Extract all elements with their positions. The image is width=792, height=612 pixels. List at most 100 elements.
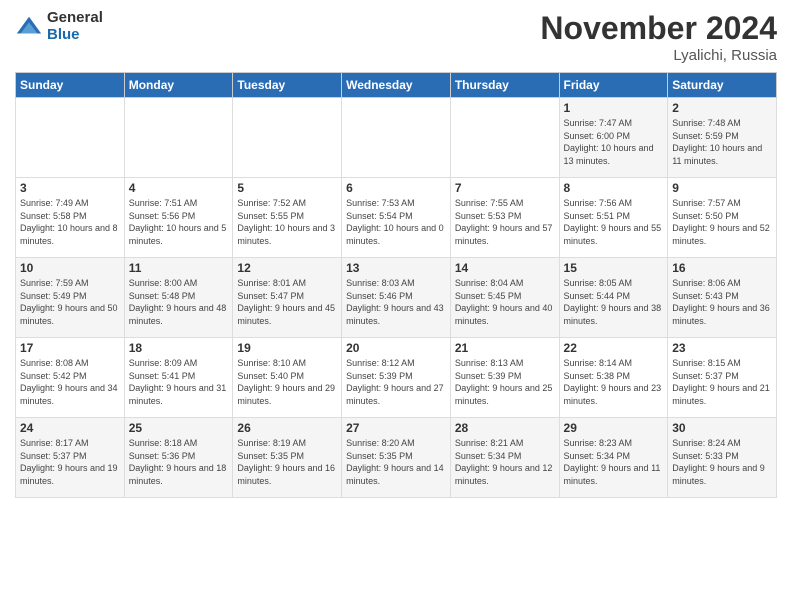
calendar-body: 1Sunrise: 7:47 AMSunset: 6:00 PMDaylight… (16, 98, 777, 498)
calendar-header: SundayMondayTuesdayWednesdayThursdayFrid… (16, 73, 777, 98)
day-number: 16 (672, 261, 772, 275)
day-number: 14 (455, 261, 555, 275)
day-cell: 4Sunrise: 7:51 AMSunset: 5:56 PMDaylight… (124, 178, 233, 258)
day-cell: 20 Sunrise: 8:12 AMSunset: 5:39 PMDayligh… (342, 338, 451, 418)
day-number: 23 (672, 341, 772, 355)
header-tuesday: Tuesday (233, 73, 342, 98)
day-cell: 28Sunrise: 8:21 AMSunset: 5:34 PMDayligh… (450, 418, 559, 498)
day-cell: 9 Sunrise: 7:57 AMSunset: 5:50 PMDaylight… (668, 178, 777, 258)
day-cell: 3 Sunrise: 7:49 AMSunset: 5:58 PMDaylight… (16, 178, 125, 258)
day-info: Sunrise: 8:10 AMSunset: 5:40 PMDaylight:… (237, 357, 337, 407)
week-row-4: 24Sunrise: 8:17 AMSunset: 5:37 PMDayligh… (16, 418, 777, 498)
calendar-container: General Blue November 2024 Lyalichi, Rus… (0, 0, 792, 508)
header-sunday: Sunday (16, 73, 125, 98)
day-info: Sunrise: 7:59 AMSunset: 5:49 PMDaylight:… (20, 277, 120, 327)
day-number: 13 (346, 261, 446, 275)
day-cell: 11 Sunrise: 8:00 AMSunset: 5:48 PMDayligh… (124, 258, 233, 338)
day-cell (450, 98, 559, 178)
day-number: 19 (237, 341, 337, 355)
day-info: Sunrise: 8:12 AMSunset: 5:39 PMDaylight:… (346, 357, 446, 407)
day-cell: 25 Sunrise: 8:18 AMSunset: 5:36 PMDayligh… (124, 418, 233, 498)
day-cell: 18 Sunrise: 8:09 AMSunset: 5:41 PMDayligh… (124, 338, 233, 418)
week-row-2: 10Sunrise: 7:59 AMSunset: 5:49 PMDayligh… (16, 258, 777, 338)
day-info: Sunrise: 8:03 AMSunset: 5:46 PMDaylight:… (346, 277, 446, 327)
day-cell: 22 Sunrise: 8:14 AMSunset: 5:38 PMDayligh… (559, 338, 668, 418)
location: Lyalichi, Russia (540, 47, 777, 64)
logo-icon (15, 13, 43, 41)
day-number: 21 (455, 341, 555, 355)
day-cell: 7 Sunrise: 7:55 AMSunset: 5:53 PMDaylight… (450, 178, 559, 258)
day-cell: 1Sunrise: 7:47 AMSunset: 6:00 PMDaylight… (559, 98, 668, 178)
day-cell: 2 Sunrise: 7:48 AMSunset: 5:59 PMDaylight… (668, 98, 777, 178)
day-number: 24 (20, 421, 120, 435)
title-block: November 2024 Lyalichi, Russia (540, 10, 777, 64)
day-cell: 14 Sunrise: 8:04 AMSunset: 5:45 PMDayligh… (450, 258, 559, 338)
week-row-0: 1Sunrise: 7:47 AMSunset: 6:00 PMDaylight… (16, 98, 777, 178)
day-info: Sunrise: 8:19 AMSunset: 5:35 PMDaylight:… (237, 437, 337, 487)
week-row-3: 17 Sunrise: 8:08 AMSunset: 5:42 PMDayligh… (16, 338, 777, 418)
day-info: Sunrise: 8:08 AMSunset: 5:42 PMDaylight:… (20, 357, 120, 407)
day-number: 2 (672, 101, 772, 115)
day-number: 25 (129, 421, 229, 435)
day-number: 29 (564, 421, 664, 435)
day-info: Sunrise: 8:24 AMSunset: 5:33 PMDaylight:… (672, 437, 772, 487)
day-number: 27 (346, 421, 446, 435)
day-cell: 26Sunrise: 8:19 AMSunset: 5:35 PMDayligh… (233, 418, 342, 498)
day-info: Sunrise: 8:06 AMSunset: 5:43 PMDaylight:… (672, 277, 772, 327)
header: General Blue November 2024 Lyalichi, Rus… (15, 10, 777, 64)
day-number: 22 (564, 341, 664, 355)
day-number: 11 (129, 261, 229, 275)
day-info: Sunrise: 8:23 AMSunset: 5:34 PMDaylight:… (564, 437, 664, 487)
header-row: SundayMondayTuesdayWednesdayThursdayFrid… (16, 73, 777, 98)
day-info: Sunrise: 7:49 AMSunset: 5:58 PMDaylight:… (20, 197, 120, 247)
logo: General Blue (15, 10, 103, 43)
day-number: 5 (237, 181, 337, 195)
day-number: 1 (564, 101, 664, 115)
day-info: Sunrise: 7:51 AMSunset: 5:56 PMDaylight:… (129, 197, 229, 247)
day-cell: 24Sunrise: 8:17 AMSunset: 5:37 PMDayligh… (16, 418, 125, 498)
day-info: Sunrise: 8:01 AMSunset: 5:47 PMDaylight:… (237, 277, 337, 327)
day-info: Sunrise: 8:20 AMSunset: 5:35 PMDaylight:… (346, 437, 446, 487)
day-info: Sunrise: 7:52 AMSunset: 5:55 PMDaylight:… (237, 197, 337, 247)
day-number: 18 (129, 341, 229, 355)
day-cell (233, 98, 342, 178)
day-cell (124, 98, 233, 178)
day-number: 15 (564, 261, 664, 275)
day-info: Sunrise: 8:05 AMSunset: 5:44 PMDaylight:… (564, 277, 664, 327)
day-info: Sunrise: 7:55 AMSunset: 5:53 PMDaylight:… (455, 197, 555, 247)
logo-blue: Blue (47, 27, 103, 44)
day-info: Sunrise: 7:48 AMSunset: 5:59 PMDaylight:… (672, 117, 772, 167)
header-wednesday: Wednesday (342, 73, 451, 98)
day-number: 17 (20, 341, 120, 355)
day-cell: 12 Sunrise: 8:01 AMSunset: 5:47 PMDayligh… (233, 258, 342, 338)
day-info: Sunrise: 8:09 AMSunset: 5:41 PMDaylight:… (129, 357, 229, 407)
day-number: 20 (346, 341, 446, 355)
day-number: 3 (20, 181, 120, 195)
day-info: Sunrise: 8:04 AMSunset: 5:45 PMDaylight:… (455, 277, 555, 327)
day-number: 6 (346, 181, 446, 195)
day-cell: 16 Sunrise: 8:06 AMSunset: 5:43 PMDayligh… (668, 258, 777, 338)
day-cell: 15 Sunrise: 8:05 AMSunset: 5:44 PMDayligh… (559, 258, 668, 338)
day-number: 7 (455, 181, 555, 195)
day-info: Sunrise: 8:21 AMSunset: 5:34 PMDaylight:… (455, 437, 555, 487)
day-info: Sunrise: 7:57 AMSunset: 5:50 PMDaylight:… (672, 197, 772, 247)
day-cell: 27 Sunrise: 8:20 AMSunset: 5:35 PMDayligh… (342, 418, 451, 498)
day-number: 30 (672, 421, 772, 435)
day-info: Sunrise: 8:14 AMSunset: 5:38 PMDaylight:… (564, 357, 664, 407)
day-cell: 13 Sunrise: 8:03 AMSunset: 5:46 PMDayligh… (342, 258, 451, 338)
month-title: November 2024 (540, 10, 777, 47)
day-info: Sunrise: 7:53 AMSunset: 5:54 PMDaylight:… (346, 197, 446, 247)
day-info: Sunrise: 8:18 AMSunset: 5:36 PMDaylight:… (129, 437, 229, 487)
week-row-1: 3 Sunrise: 7:49 AMSunset: 5:58 PMDaylight… (16, 178, 777, 258)
day-info: Sunrise: 8:15 AMSunset: 5:37 PMDaylight:… (672, 357, 772, 407)
day-cell: 17 Sunrise: 8:08 AMSunset: 5:42 PMDayligh… (16, 338, 125, 418)
header-saturday: Saturday (668, 73, 777, 98)
header-friday: Friday (559, 73, 668, 98)
logo-text: General Blue (47, 10, 103, 43)
day-number: 9 (672, 181, 772, 195)
header-thursday: Thursday (450, 73, 559, 98)
day-number: 12 (237, 261, 337, 275)
day-info: Sunrise: 8:00 AMSunset: 5:48 PMDaylight:… (129, 277, 229, 327)
header-monday: Monday (124, 73, 233, 98)
calendar-table: SundayMondayTuesdayWednesdayThursdayFrid… (15, 72, 777, 498)
